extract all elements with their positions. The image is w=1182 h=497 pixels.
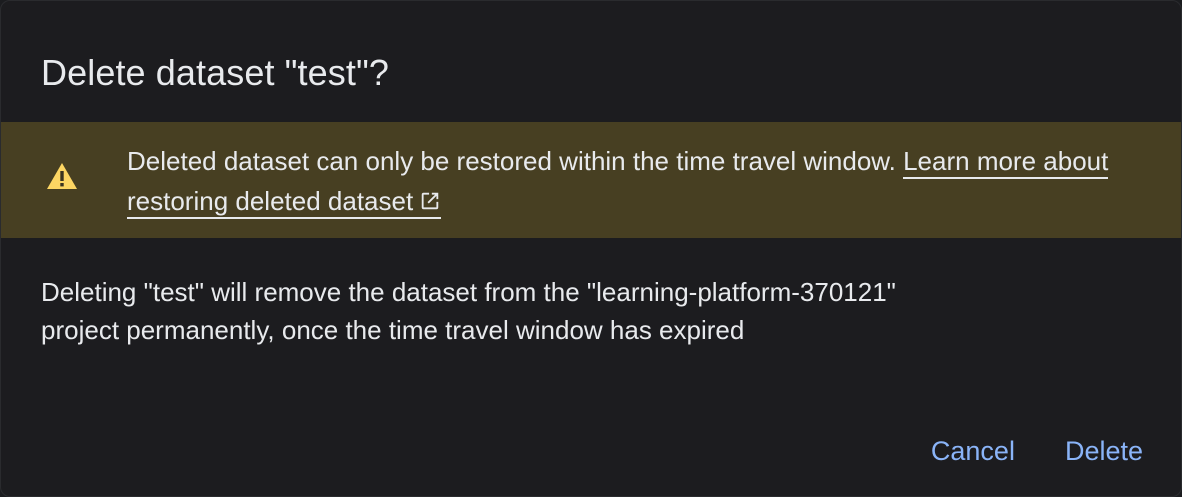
- delete-button[interactable]: Delete: [1065, 429, 1143, 473]
- warning-text: Deleted dataset can only be restored wit…: [127, 146, 904, 176]
- cancel-button[interactable]: Cancel: [931, 429, 1015, 473]
- body-line-1: Deleting "test" will remove the dataset …: [41, 277, 896, 307]
- body-line-2: project permanently, once the time trave…: [41, 315, 745, 345]
- warning-message: Deleted dataset can only be restored wit…: [127, 141, 1157, 221]
- delete-dataset-dialog: Delete dataset "test"? Deleted dataset c…: [0, 0, 1182, 497]
- dialog-body: Deleting "test" will remove the dataset …: [41, 273, 1141, 349]
- warning-triangle-icon: [46, 162, 78, 190]
- dialog-actions: Cancel Delete: [931, 429, 1143, 473]
- open-in-new-icon: [421, 192, 439, 210]
- dialog-title: Delete dataset "test"?: [41, 52, 389, 93]
